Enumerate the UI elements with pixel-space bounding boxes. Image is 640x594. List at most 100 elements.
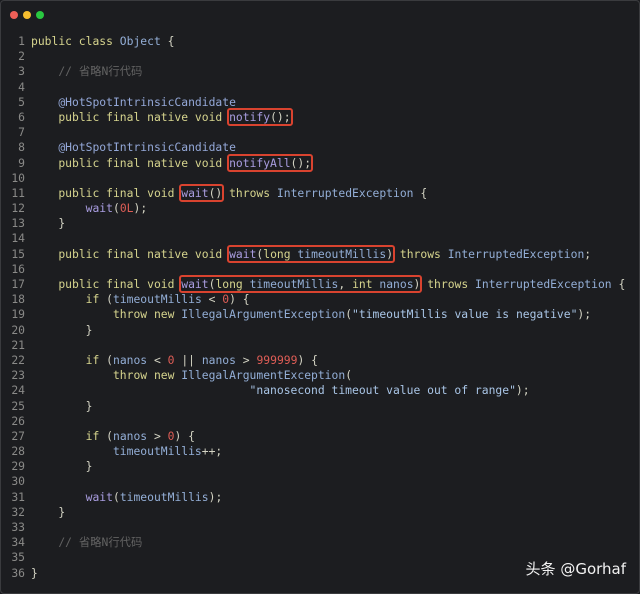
line-number: 22 xyxy=(11,352,25,367)
code-line: 8 @HotSpotIntrinsicCandidate xyxy=(1,140,625,155)
code-token: { xyxy=(413,185,428,200)
code-line: 21 xyxy=(1,338,625,353)
code-line: 34 // 省略N行代码 xyxy=(1,535,625,550)
line-number: 18 xyxy=(11,292,25,307)
line-number: 6 xyxy=(18,109,25,124)
code-line: 15 public final native void wait(long ti… xyxy=(1,244,625,263)
code-token: throw new xyxy=(112,368,182,383)
code-token: ( xyxy=(345,368,353,383)
code-token: throws xyxy=(222,185,277,200)
line-number: 16 xyxy=(11,261,25,276)
code-line: 32 } xyxy=(1,505,625,520)
code-line: 31 wait(timeoutMillis); xyxy=(1,490,625,505)
close-button[interactable] xyxy=(10,11,18,19)
code-token: nanos xyxy=(112,352,148,367)
code-token: InterruptedException xyxy=(447,246,585,261)
line-number: 1 xyxy=(18,34,25,48)
code-line: 3 // 省略N行代码 xyxy=(1,64,625,79)
code-token: > xyxy=(147,428,168,443)
code-line: 27 if (nanos > 0) { xyxy=(1,429,625,444)
code-token: InterruptedException xyxy=(276,185,414,200)
code-token: { xyxy=(160,34,175,48)
code-line: 10 xyxy=(1,171,625,186)
code-line: 4 xyxy=(1,80,625,95)
code-token: (); xyxy=(270,109,291,124)
code-token: } xyxy=(31,398,93,413)
code-token: ; xyxy=(584,246,592,261)
code-token: ( xyxy=(345,307,353,322)
line-number: 29 xyxy=(11,459,25,474)
code-token: throws xyxy=(420,277,476,291)
code-token: @HotSpotIntrinsicCandidate xyxy=(58,94,236,109)
code-token: timeoutMillis xyxy=(112,292,202,307)
code-token: ( xyxy=(106,352,113,367)
code-line: 22 if (nanos < 0 || nanos > 999999) { xyxy=(1,353,625,368)
maximize-button[interactable] xyxy=(36,11,44,19)
line-number: 4 xyxy=(18,79,25,94)
line-number: 9 xyxy=(18,155,25,170)
code-token: ) { xyxy=(297,352,318,367)
line-number: 25 xyxy=(11,398,25,413)
code-editor: 1 public class Object {2 3 // 省略N行代码 4 5 @Ho… xyxy=(1,34,625,581)
code-token: public final native void xyxy=(58,246,230,261)
line-number: 15 xyxy=(11,246,25,261)
code-token: timeoutMillis xyxy=(112,444,202,459)
minimize-button[interactable] xyxy=(23,11,31,19)
code-token: } xyxy=(31,459,93,474)
code-token: if xyxy=(85,428,107,443)
code-token: int xyxy=(352,277,380,291)
code-token: public final native void xyxy=(58,155,230,170)
line-number: 35 xyxy=(11,550,25,565)
code-token: if xyxy=(85,292,107,307)
code-token: @HotSpotIntrinsicCandidate xyxy=(58,140,236,155)
code-token: wait xyxy=(229,246,257,261)
code-token: wait xyxy=(181,185,209,200)
code-token: throw new xyxy=(112,307,182,322)
code-token: > xyxy=(235,352,257,367)
code-token: nanos xyxy=(112,428,148,443)
code-token: notify xyxy=(229,109,271,124)
code-window: 1 public class Object {2 3 // 省略N行代码 4 5 @Ho… xyxy=(0,0,640,594)
line-number: 2 xyxy=(18,49,25,64)
code-token: timeoutMillis xyxy=(119,489,209,504)
code-token: ( xyxy=(106,292,113,307)
code-token: throws xyxy=(393,246,448,261)
code-token: IllegalArgumentException xyxy=(181,307,346,322)
code-token: timeoutMillis xyxy=(249,277,339,291)
code-token: nanos xyxy=(379,277,414,291)
code-token: ( xyxy=(112,489,120,504)
code-token: 0L xyxy=(119,201,134,216)
code-line: 17 public final void wait(long timeoutMi… xyxy=(1,275,625,293)
code-token: } xyxy=(31,504,66,519)
line-number: 24 xyxy=(11,383,25,398)
code-token: public final void xyxy=(58,185,182,200)
code-token: < xyxy=(201,292,223,307)
code-line: 16 xyxy=(1,262,625,277)
code-token: ( xyxy=(112,201,120,216)
code-line: 7 xyxy=(1,125,625,140)
line-number: 30 xyxy=(11,474,25,489)
code-line: 2 xyxy=(1,49,625,64)
code-token: , xyxy=(338,277,353,291)
code-line: 1 public class Object { xyxy=(1,34,625,49)
code-line: 5 @HotSpotIntrinsicCandidate xyxy=(1,95,625,110)
code-line: 25 } xyxy=(1,399,625,414)
code-token: public final void xyxy=(58,277,182,291)
line-number: 31 xyxy=(11,489,25,504)
code-line: 11 public final void wait() throws Inter… xyxy=(1,183,625,202)
line-number: 14 xyxy=(11,231,25,246)
highlight-box: notifyAll(); xyxy=(227,153,314,172)
code-line: 19 throw new IllegalArgumentException("t… xyxy=(1,307,625,322)
code-token: IllegalArgumentException xyxy=(181,368,346,383)
